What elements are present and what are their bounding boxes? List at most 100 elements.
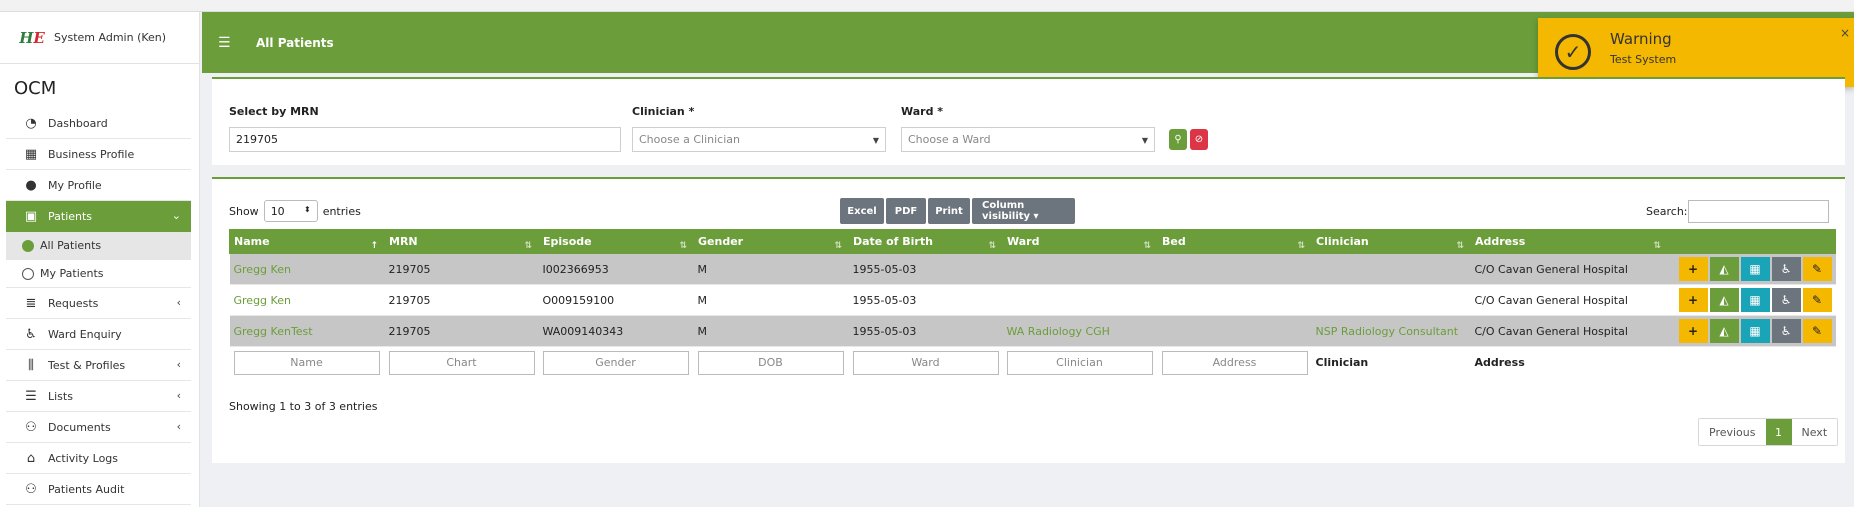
sidebar-item-patients[interactable]: ▣ Patients ⌄	[6, 201, 191, 232]
next-page-button[interactable]: Next	[1791, 419, 1838, 445]
chart-button[interactable]: ◭	[1709, 288, 1739, 312]
sort-icon: ⇅	[1297, 241, 1305, 251]
add-button[interactable]: +	[1678, 257, 1708, 281]
patient-name-link[interactable]: Gregg Ken	[229, 284, 385, 316]
table-button[interactable]: ▦	[1740, 257, 1770, 281]
sidebar-item-patients-audit[interactable]: ⚇ Patients Audit	[6, 474, 191, 505]
area-chart-icon: ◭	[1719, 262, 1729, 276]
wheelchair-icon: ♿	[25, 326, 37, 342]
cell-dob: 1955-05-03	[848, 315, 1003, 347]
sidebar-subitem-my-patients[interactable]: My Patients	[6, 260, 191, 288]
chevron-left-icon: ‹	[176, 420, 181, 433]
cell-gender: M	[693, 284, 849, 316]
hamburger-menu-icon[interactable]: ☰	[218, 35, 238, 51]
clear-button[interactable]: ⊘	[1190, 129, 1208, 150]
sidebar-item-activity-logs[interactable]: ⌂ Activity Logs	[6, 443, 191, 474]
edit-button[interactable]: ✎	[1802, 288, 1832, 312]
chart-button[interactable]: ◭	[1709, 319, 1739, 343]
cell-clinician[interactable]	[1311, 253, 1471, 285]
table-button[interactable]: ▦	[1740, 288, 1770, 312]
cell-bed	[1157, 315, 1312, 347]
sidebar-subitem-all-patients[interactable]: All Patients	[6, 232, 191, 260]
col-header-dob[interactable]: Date of Birth ⇅	[848, 229, 1003, 254]
browser-top-strip	[0, 0, 1854, 12]
filter-name-input[interactable]: Name	[233, 350, 380, 375]
col-header-gender[interactable]: Gender ⇅	[693, 229, 849, 254]
excel-button[interactable]: Excel	[840, 198, 884, 224]
cell-actions: + ◭ ▦ ♿ ✎	[1667, 284, 1836, 316]
col-header-address[interactable]: Address ⇅	[1470, 229, 1668, 254]
col-header-mrn[interactable]: MRN ⇅	[384, 229, 539, 254]
sidebar-item-requests[interactable]: ≣ Requests ‹	[6, 288, 191, 319]
filter-chart-input[interactable]: Chart	[388, 350, 535, 375]
table-row: Gregg Ken 219705 I002366953 M 1955-05-03…	[229, 253, 1836, 285]
wheelchair-button[interactable]: ♿	[1771, 257, 1801, 281]
sidebar-item-lists[interactable]: ☰ Lists ‹	[6, 381, 191, 412]
add-button[interactable]: +	[1678, 319, 1708, 343]
filter-dob-input[interactable]: DOB	[697, 350, 844, 375]
cell-ward[interactable]: WA Radiology CGH	[1002, 315, 1158, 347]
wheelchair-icon: ♿	[1780, 324, 1792, 338]
patient-name-link[interactable]: Gregg KenTest	[229, 315, 385, 347]
wheelchair-button[interactable]: ♿	[1771, 288, 1801, 312]
filter-address-input[interactable]: Address	[1161, 350, 1308, 375]
col-header-episode[interactable]: Episode ⇅	[538, 229, 694, 254]
mrn-input[interactable]: 219705	[229, 127, 621, 152]
cell-gender: M	[693, 315, 849, 347]
sidebar-item-documents[interactable]: ⚇ Documents ‹	[6, 412, 191, 443]
page-1-button[interactable]: 1	[1765, 419, 1792, 445]
patients-table-card: Show 10 ⬍ entries Excel PDF Print Column…	[212, 177, 1845, 463]
radio-empty-icon	[22, 267, 34, 280]
cell-ward[interactable]	[1002, 284, 1158, 316]
filter-card: Select by MRN 219705 Clinician * Choose …	[212, 77, 1845, 165]
search-button[interactable]: ⚲	[1169, 129, 1187, 150]
mrn-label: Select by MRN	[229, 105, 319, 118]
col-header-ward[interactable]: Ward ⇅	[1002, 229, 1158, 254]
col-header-clinician[interactable]: Clinician ⇅	[1311, 229, 1471, 254]
cell-ward[interactable]	[1002, 253, 1158, 285]
col-header-bed[interactable]: Bed ⇅	[1157, 229, 1312, 254]
print-button[interactable]: Print	[928, 198, 970, 224]
add-button[interactable]: +	[1678, 288, 1708, 312]
table-header-row: Name ↑ MRN ⇅ Episode ⇅ Gender ⇅ Date of Birt…	[229, 229, 1836, 254]
cell-episode: WA009140343	[538, 315, 694, 347]
users-icon: ⚇	[25, 481, 37, 497]
check-circle-icon: ✓	[1555, 34, 1591, 70]
ward-select[interactable]: Choose a Ward ▼	[901, 127, 1155, 152]
table-button[interactable]: ▦	[1740, 319, 1770, 343]
search-label: Search:	[1646, 205, 1688, 218]
sidebar-item-dashboard[interactable]: ◔ Dashboard	[6, 108, 191, 139]
table-search-input[interactable]	[1688, 200, 1829, 223]
cell-actions: + ◭ ▦ ♿ ✎	[1667, 253, 1836, 285]
sort-icon: ⇅	[1143, 241, 1151, 251]
search-icon: ⚲	[1174, 134, 1182, 145]
caret-down-icon: ▼	[872, 136, 879, 145]
plus-icon: +	[1687, 293, 1699, 307]
patient-name-link[interactable]: Gregg Ken	[229, 253, 385, 285]
sidebar-item-ward-enquiry[interactable]: ♿ Ward Enquiry	[6, 319, 191, 350]
wheelchair-button[interactable]: ♿	[1771, 319, 1801, 343]
edit-button[interactable]: ✎	[1802, 257, 1832, 281]
sidebar-item-my-profile[interactable]: ● My Profile	[6, 170, 191, 201]
sidebar-item-test-profiles[interactable]: ⫼ Test & Profiles ‹	[6, 350, 191, 381]
col-header-name[interactable]: Name ↑	[229, 229, 385, 254]
filter-clinician-input[interactable]: Clinician	[1006, 350, 1153, 375]
filter-gender-input[interactable]: Gender	[542, 350, 689, 375]
cell-mrn: 219705	[384, 284, 539, 316]
page-title: All Patients	[256, 35, 334, 50]
previous-page-button[interactable]: Previous	[1699, 419, 1766, 445]
chart-button[interactable]: ◭	[1709, 257, 1739, 281]
entries-select[interactable]: 10 ⬍	[263, 200, 318, 222]
filter-ward-input[interactable]: Ward	[852, 350, 999, 375]
edit-button[interactable]: ✎	[1802, 319, 1832, 343]
clinician-select[interactable]: Choose a Clinician ▼	[632, 127, 886, 152]
column-visibility-button[interactable]: Column visibility ▾	[972, 198, 1075, 224]
user-panel[interactable]: HE System Admin (Ken)	[0, 12, 200, 64]
sidebar-item-business-profile[interactable]: ▦ Business Profile	[6, 139, 191, 170]
pdf-button[interactable]: PDF	[886, 198, 926, 224]
cell-gender: M	[693, 253, 849, 285]
cell-clinician[interactable]: NSP Radiology Consultant	[1311, 315, 1471, 347]
footer-clinician-label: Clinician	[1311, 346, 1471, 379]
close-icon[interactable]: ×	[1840, 26, 1850, 40]
cell-clinician[interactable]	[1311, 284, 1471, 316]
